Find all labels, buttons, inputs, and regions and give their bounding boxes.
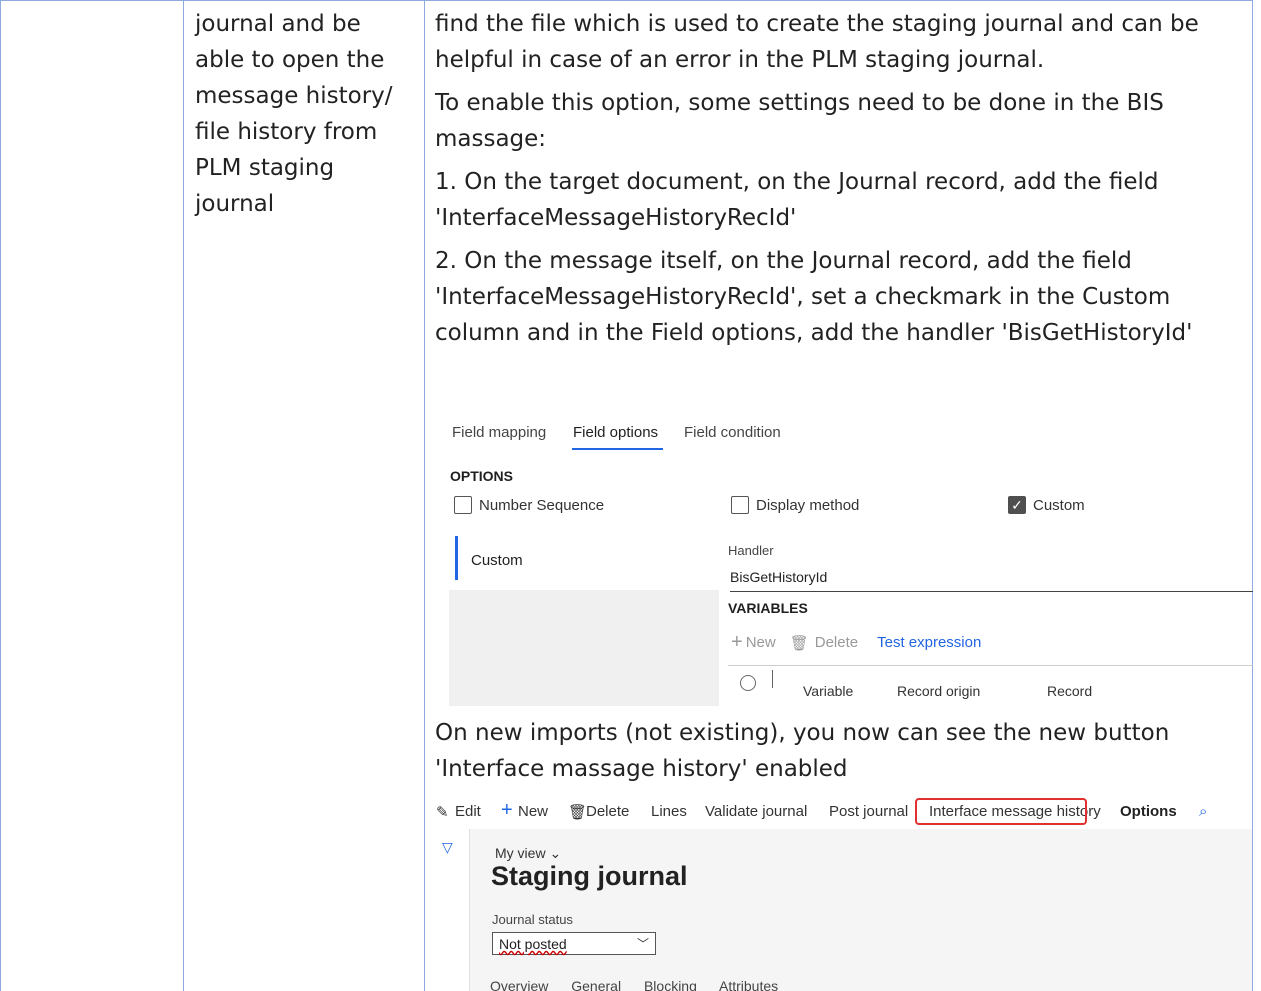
paragraph-1: find the file which is used to create th… xyxy=(435,6,1250,78)
filter-pane: ▽ xyxy=(434,829,470,991)
pencil-icon: ✎ xyxy=(436,804,449,821)
variables-heading: VARIABLES xyxy=(728,600,808,616)
trash-icon: 🗑 xyxy=(568,804,588,821)
column-record-origin[interactable]: Record origin xyxy=(897,683,980,699)
options-heading: OPTIONS xyxy=(450,468,514,484)
checkbox-label: Display method xyxy=(756,496,860,514)
text-line: helpful in case of an error in the PLM s… xyxy=(435,47,1045,73)
variables-grid-header: Variable Record origin Record xyxy=(728,665,1253,707)
table-border-top xyxy=(0,0,1253,1)
text-line: find the file which is used to create th… xyxy=(435,11,1199,37)
select-all-radio[interactable] xyxy=(740,675,756,691)
text-line: 'Interface massage history' enabled xyxy=(435,756,848,782)
custom-option[interactable]: ✓ Custom xyxy=(1008,496,1085,514)
delete-button[interactable]: Delete xyxy=(586,803,629,820)
plus-icon: + xyxy=(501,799,513,821)
validate-journal-button[interactable]: Validate journal xyxy=(705,803,807,820)
handler-input[interactable]: BisGetHistoryId xyxy=(730,569,1253,592)
table-border-left xyxy=(0,0,1,991)
variables-toolbar: + New 🗑 Delete Test expression xyxy=(731,631,981,654)
paragraph-5: On new imports (not existing), you now c… xyxy=(435,715,1250,787)
paragraph-3: 1. On the target document, on the Journa… xyxy=(435,164,1250,236)
page-title: Staging journal xyxy=(491,861,688,891)
journal-status-select[interactable]: Not posted ﹀ xyxy=(492,932,656,955)
my-view-selector[interactable]: My view ⌄ xyxy=(495,845,561,862)
column-record[interactable]: Record xyxy=(1047,683,1092,699)
edit-button[interactable]: Edit xyxy=(455,803,481,820)
chevron-down-icon: ﹀ xyxy=(636,937,649,951)
filter-icon[interactable]: ▽ xyxy=(442,839,453,856)
highlight-box xyxy=(915,798,1087,825)
journal-status-value: Not posted xyxy=(499,936,567,952)
my-view-label: My view xyxy=(495,845,546,861)
explanation-cell-lower: On new imports (not existing), you now c… xyxy=(435,715,1250,794)
journal-header: My view ⌄ Staging journal Journal status… xyxy=(470,829,1252,991)
journal-tabs: Overview General Blocking Attributes xyxy=(490,978,797,991)
number-sequence-option[interactable]: Number Sequence xyxy=(454,496,604,514)
cell-line: journal xyxy=(195,191,275,217)
text-line: column and in the Field options, add the… xyxy=(435,320,1193,346)
column-separator xyxy=(772,670,773,688)
tab-attributes[interactable]: Attributes xyxy=(719,978,778,991)
checkbox-label: Number Sequence xyxy=(479,496,605,514)
tab-field-mapping[interactable]: Field mapping xyxy=(452,424,546,441)
new-button[interactable]: New xyxy=(518,803,548,820)
options-button[interactable]: Options xyxy=(1120,803,1177,820)
test-expression-button[interactable]: Test expression xyxy=(877,634,981,651)
search-icon[interactable]: ⌕ xyxy=(1199,803,1207,820)
post-journal-button[interactable]: Post journal xyxy=(829,803,908,820)
text-line: To enable this option, some settings nee… xyxy=(435,90,1164,116)
tab-field-condition[interactable]: Field condition xyxy=(684,424,781,441)
text-line: 2. On the message itself, on the Journal… xyxy=(435,248,1132,274)
table-border-col2 xyxy=(424,0,425,991)
table-border-col1 xyxy=(183,0,184,991)
cell-line: able to open the xyxy=(195,47,385,73)
text-line: 1. On the target document, on the Journa… xyxy=(435,169,1159,195)
text-line: 'InterfaceMessageHistoryRecId' xyxy=(435,205,797,231)
cell-line: PLM staging xyxy=(195,155,335,181)
display-method-checkbox[interactable] xyxy=(731,496,749,514)
action-toolbar: ✎ Edit + New 🗑 Delete Lines Validate jou… xyxy=(434,795,1252,827)
journal-status-label: Journal status xyxy=(492,912,573,927)
plus-icon: + xyxy=(731,631,743,653)
trash-icon: 🗑 xyxy=(789,634,809,652)
cell-line: file history from xyxy=(195,119,378,145)
column-variable[interactable]: Variable xyxy=(803,683,853,699)
text-line: massage: xyxy=(435,126,547,152)
cell-line: journal and be xyxy=(195,11,361,37)
tab-blocking[interactable]: Blocking xyxy=(644,978,697,991)
paragraph-4: 2. On the message itself, on the Journal… xyxy=(435,243,1250,351)
new-variable-button[interactable]: New xyxy=(746,634,776,651)
custom-checkbox-checked-icon[interactable]: ✓ xyxy=(1008,496,1026,514)
delete-variable-button[interactable]: Delete xyxy=(815,634,858,651)
cell-line: message history/ xyxy=(195,83,393,109)
handler-label: Handler xyxy=(728,543,774,558)
staging-journal-body: ▽ My view ⌄ Staging journal Journal stat… xyxy=(434,829,1252,991)
text-line: 'InterfaceMessageHistoryRecId', set a ch… xyxy=(435,284,1171,310)
active-tab-indicator xyxy=(572,448,663,450)
list-item-custom[interactable]: Custom xyxy=(455,536,523,580)
staging-journal-screenshot: ✎ Edit + New 🗑 Delete Lines Validate jou… xyxy=(434,795,1252,991)
number-sequence-checkbox[interactable] xyxy=(454,496,472,514)
document-page: journal and be able to open the message … xyxy=(0,0,1261,991)
feature-description-cell: journal and be able to open the message … xyxy=(195,6,417,222)
tab-overview[interactable]: Overview xyxy=(490,978,548,991)
option-list-panel xyxy=(449,590,719,706)
lines-button[interactable]: Lines xyxy=(651,803,687,820)
chevron-down-icon: ⌄ xyxy=(549,845,562,861)
display-method-option[interactable]: Display method xyxy=(731,496,859,514)
tab-general[interactable]: General xyxy=(571,978,621,991)
field-options-screenshot: Field mapping Field options Field condit… xyxy=(449,418,1253,706)
paragraph-2: To enable this option, some settings nee… xyxy=(435,85,1250,157)
explanation-cell: find the file which is used to create th… xyxy=(435,6,1250,358)
text-line: On new imports (not existing), you now c… xyxy=(435,720,1170,746)
checkbox-label: Custom xyxy=(1033,496,1085,514)
tab-field-options[interactable]: Field options xyxy=(573,424,658,441)
